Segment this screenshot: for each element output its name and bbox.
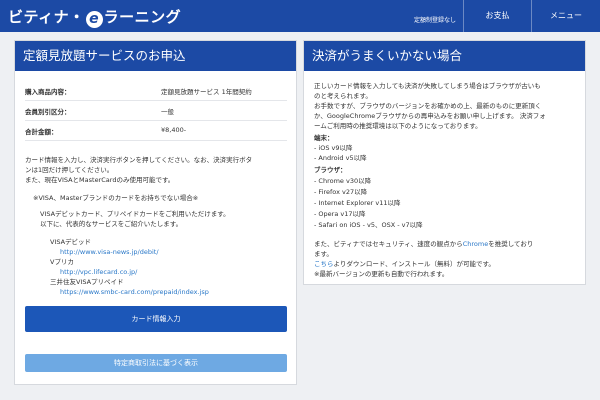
troubleshoot-panel-title: 決済がうまくいかない場合 [304, 41, 585, 71]
logo-prefix: ビティナ・ [8, 8, 85, 26]
order-row-member-type: 会員別引区分： 一般 [25, 101, 287, 121]
service-link[interactable]: http://vpc.lifecard.co.jp/ [60, 267, 137, 277]
download-link[interactable]: こちら [314, 260, 334, 268]
service-name: 三井住友VISAプリペイド [50, 278, 124, 286]
debit-intro-line: 以下に、代表的なサービスをご紹介いたします。 [40, 220, 183, 228]
visa-note: ※VISA、Masterブランドのカードをお持ちでない場合※ [33, 194, 199, 202]
intro-line: か、GoogleChromeブラウザからの再申込みをお願い申し上げます。 決済フ… [314, 112, 546, 120]
browser-item: - Chrome v30以降 [314, 177, 372, 185]
browser-item: - Firefox v27以降 [314, 188, 368, 196]
card-notice-line: また、現在VISAとMasterCardのみ使用可能です。 [25, 176, 175, 184]
debit-intro-line: VISAデビットカード、プリペイドカードをご利用いただけます。 [40, 210, 230, 218]
device-item: - iOS v9以降 [314, 144, 353, 152]
order-row-total: 合計金額： ¥8,400- [25, 121, 287, 141]
top-bar: ビティナ・ e ラーニング 定額制登録なし お支払 メニュー [0, 0, 600, 32]
order-panel-title: 定額見放題サービスのお申込 [15, 41, 296, 71]
row-value: 定額見放題サービス 1年間契約 [161, 88, 252, 96]
recommend-line: また、ビティナではセキュリティ、速度の観点からChromeを推奨しており [314, 239, 533, 249]
device-item: - Android v5以降 [314, 154, 367, 162]
card-notice-line: カード情報を入力し、決済実行ボタンを押してください。なお、決済実行ボタ [25, 156, 253, 164]
recommend-text: また、ビティナではセキュリティ、速度の観点から [314, 240, 463, 248]
intro-line: ームご利用時の推奨環境は以下のようになっております。 [314, 122, 482, 130]
logo-e-icon: e [85, 11, 103, 28]
card-info-button[interactable]: カード情報入力 [25, 306, 287, 332]
download-text: よりダウンロード、インストール（無料）が可能です。 [333, 260, 495, 268]
auto-update-note: ※最新バージョンの更新も自動で行われます。 [314, 270, 449, 278]
service-link[interactable]: http://www.visa-news.jp/debit/ [60, 247, 159, 257]
row-value: ¥8,400- [161, 126, 187, 134]
row-value: 一般 [161, 108, 174, 116]
service-name: Vプリカ [50, 258, 74, 266]
row-label: 合計金額： [25, 128, 58, 136]
nav-payment[interactable]: お支払 [463, 0, 531, 32]
browser-item: - Safari on iOS - v5、OSX - v7以降 [314, 221, 423, 229]
chrome-link[interactable]: Chrome [463, 240, 489, 248]
logo-suffix: ラーニング [103, 8, 182, 26]
browser-heading: ブラウザ： [314, 166, 347, 174]
order-panel: 定額見放題サービスのお申込 購入商品内容： 定額見放題サービス 1年間契約 会員… [14, 40, 297, 385]
order-row-product: 購入商品内容： 定額見放題サービス 1年間契約 [25, 81, 287, 101]
recommend-line-2: ます。 [314, 250, 333, 258]
service-name: VISAデビッド [50, 238, 92, 246]
row-label: 会員別引区分： [25, 108, 71, 116]
row-label: 購入商品内容： [25, 88, 71, 96]
service-link[interactable]: https://www.smbc-card.com/prepaid/index.… [60, 287, 209, 297]
download-line: こちらよりダウンロード、インストール（無料）が可能です。 [314, 259, 495, 269]
intro-line: のと考えられます。 [314, 92, 372, 100]
browser-item: - Internet Explorer v11以降 [314, 199, 401, 207]
troubleshoot-panel: 決済がうまくいかない場合 正しいカード情報を入力しても決済が失敗してしまう場合は… [303, 40, 586, 285]
intro-line: お手数ですが、ブラウザのバージョンをお確かめの上、最新のものに更新頂く [314, 102, 542, 110]
device-heading: 端末： [314, 134, 334, 142]
card-notice-line: ンは1回だけ押してください。 [25, 166, 114, 174]
recommend-text: を推奨しており [488, 240, 534, 248]
browser-item: - Opera v17以降 [314, 210, 366, 218]
nav-menu[interactable]: メニュー [531, 0, 600, 32]
logo[interactable]: ビティナ・ e ラーニング [8, 6, 181, 28]
commercial-law-button[interactable]: 特定商取引法に基づく表示 [25, 354, 287, 372]
user-status-label: 定額制登録なし [414, 17, 457, 24]
intro-line: 正しいカード情報を入力しても決済が失敗してしまう場合はブラウザが古いも [314, 82, 541, 90]
